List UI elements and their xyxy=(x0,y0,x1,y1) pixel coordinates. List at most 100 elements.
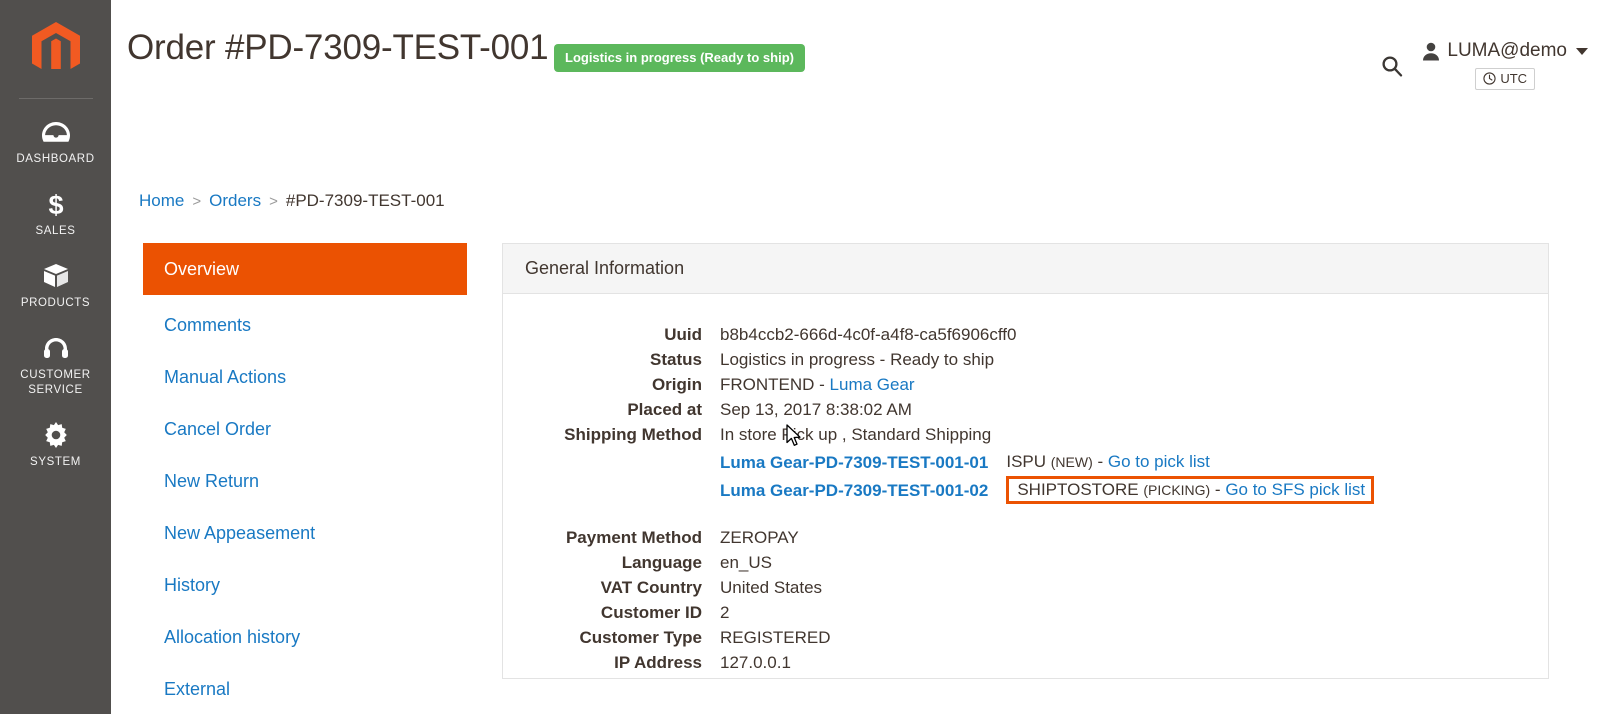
nav-item-overview[interactable]: Overview xyxy=(143,243,467,295)
shipment-link[interactable]: Luma Gear-PD-7309-TEST-001-01 xyxy=(720,450,988,475)
shipment-dash: - xyxy=(1092,452,1108,471)
shipment-row: Luma Gear-PD-7309-TEST-001-02 SHIPTOSTOR… xyxy=(503,476,1548,504)
sidebar-item-label: CUSTOMER SERVICE xyxy=(20,369,91,396)
page-title: Order #PD-7309-TEST-001 xyxy=(127,28,549,67)
magento-logo[interactable] xyxy=(31,22,80,78)
nav-item-new-appeasement[interactable]: New Appeasement xyxy=(143,507,467,559)
chevron-down-icon xyxy=(1576,47,1588,55)
field-placed-at: Placed at Sep 13, 2017 8:38:02 AM xyxy=(503,397,1548,422)
box-icon xyxy=(42,261,70,291)
field-uuid: Uuid b8b4ccb2-666d-4c0f-a4f8-ca5f6906cff… xyxy=(503,322,1548,347)
panel-body: Uuid b8b4ccb2-666d-4c0f-a4f8-ca5f6906cff… xyxy=(503,294,1548,675)
shipment-link[interactable]: Luma Gear-PD-7309-TEST-001-02 xyxy=(720,478,988,503)
user-avatar-icon xyxy=(1422,42,1440,61)
timezone-badge[interactable]: UTC xyxy=(1475,68,1536,90)
user-name: LUMA@demo xyxy=(1447,40,1567,61)
field-value: Sep 13, 2017 8:38:02 AM xyxy=(720,400,912,419)
sidebar-item-customer-service[interactable]: CUSTOMER SERVICE xyxy=(0,321,111,408)
field-customer-id: Customer ID 2 xyxy=(503,600,1548,625)
origin-store-link[interactable]: Luma Gear xyxy=(830,375,915,394)
user-menu-trigger[interactable]: LUMA@demo xyxy=(1422,40,1588,62)
shipment-meta-wrap: ISPU (NEW) - Go to pick list xyxy=(988,449,1278,475)
field-label: Origin xyxy=(651,375,702,394)
admin-sidebar: DASHBOARD $ SALES PRODUCTS CUSTOMER SERV… xyxy=(0,0,111,714)
shipment-meta-highlighted: SHIPTOSTORE (PICKING) - Go to SFS pick l… xyxy=(1006,476,1375,504)
sidebar-item-label: PRODUCTS xyxy=(20,297,91,309)
field-label: Language xyxy=(621,553,702,572)
breadcrumb-current: #PD-7309-TEST-001 xyxy=(285,191,445,210)
sidebar-divider xyxy=(18,98,93,99)
shipment-type: SHIPTOSTORE xyxy=(1017,480,1139,499)
clock-icon xyxy=(1483,72,1496,85)
shipment-row: Luma Gear-PD-7309-TEST-001-01 ISPU (NEW)… xyxy=(503,449,1548,475)
field-label: Customer Type xyxy=(579,628,703,647)
nav-item-comments[interactable]: Comments xyxy=(143,299,467,351)
field-label: Payment Method xyxy=(565,528,702,547)
field-ip-address: IP Address 127.0.0.1 xyxy=(503,650,1548,675)
dollar-sign-icon: $ xyxy=(46,189,66,219)
pick-list-link[interactable]: Go to pick list xyxy=(1108,452,1210,471)
nav-item-new-return[interactable]: New Return xyxy=(143,455,467,507)
field-value: REGISTERED xyxy=(720,628,831,647)
sidebar-item-system[interactable]: SYSTEM xyxy=(0,408,111,480)
nav-item-external[interactable]: External xyxy=(143,663,467,714)
status-badge: Logistics in progress (Ready to ship) xyxy=(554,44,805,72)
field-value: In store Pick up , Standard Shipping xyxy=(720,425,992,444)
shipment-state: (NEW) xyxy=(1050,454,1093,470)
shipment-meta-wrap: SHIPTOSTORE (PICKING) - Go to SFS pick l… xyxy=(988,476,1375,504)
breadcrumb-separator: > xyxy=(192,192,202,210)
field-origin: Origin FRONTEND - Luma Gear xyxy=(503,372,1548,397)
field-value: Logistics in progress - Ready to ship xyxy=(720,350,995,369)
field-payment-method: Payment Method ZEROPAY xyxy=(503,525,1548,550)
field-label: Customer ID xyxy=(600,603,702,622)
field-value: en_US xyxy=(720,553,772,572)
sidebar-item-products[interactable]: PRODUCTS xyxy=(0,249,111,321)
breadcrumb-orders[interactable]: Orders xyxy=(209,191,261,211)
nav-item-allocation-history[interactable]: Allocation history xyxy=(143,611,467,663)
field-value: 2 xyxy=(720,603,730,622)
field-label: Status xyxy=(650,350,702,369)
breadcrumb: Home > Orders > #PD-7309-TEST-001 xyxy=(139,191,445,211)
field-label: VAT Country xyxy=(600,578,702,597)
dashboard-gauge-icon xyxy=(41,117,71,147)
search-icon[interactable] xyxy=(1378,52,1406,80)
field-value: United States xyxy=(720,578,823,597)
nav-item-history[interactable]: History xyxy=(143,559,467,611)
page-header: Order #PD-7309-TEST-001 Logistics in pro… xyxy=(111,0,1598,152)
header-actions: LUMA@demo UTC xyxy=(1378,40,1588,90)
order-detail-page: DASHBOARD $ SALES PRODUCTS CUSTOMER SERV… xyxy=(0,0,1598,714)
field-status: Status Logistics in progress - Ready to … xyxy=(503,347,1548,372)
field-value: b8b4ccb2-666d-4c0f-a4f8-ca5f6906cff0 xyxy=(720,325,1017,344)
sidebar-item-dashboard[interactable]: DASHBOARD xyxy=(0,105,111,177)
shipment-state: (PICKING) xyxy=(1143,482,1211,498)
svg-text:$: $ xyxy=(48,190,63,218)
field-value: 127.0.0.1 xyxy=(720,653,791,672)
nav-item-manual-actions[interactable]: Manual Actions xyxy=(143,351,467,403)
order-nav: Overview Comments Manual Actions Cancel … xyxy=(143,243,467,714)
field-label: Shipping Method xyxy=(564,425,702,444)
sidebar-item-label: SYSTEM xyxy=(30,456,81,468)
field-customer-type: Customer Type REGISTERED xyxy=(503,625,1548,650)
headset-icon xyxy=(42,333,70,363)
general-information-panel: General Information Uuid b8b4ccb2-666d-4… xyxy=(502,243,1549,679)
timezone-label: UTC xyxy=(1500,71,1528,86)
field-language: Language en_US xyxy=(503,550,1548,575)
sidebar-item-label: SALES xyxy=(35,225,76,237)
breadcrumb-separator: > xyxy=(269,192,278,210)
gear-icon xyxy=(43,420,69,450)
field-value: FRONTEND - Luma Gear xyxy=(720,372,915,397)
field-label: Uuid xyxy=(664,325,702,344)
field-label: Placed at xyxy=(627,400,702,419)
panel-title: General Information xyxy=(503,244,1548,294)
field-value: ZEROPAY xyxy=(720,528,799,547)
breadcrumb-home[interactable]: Home xyxy=(139,191,184,211)
sfs-pick-list-link[interactable]: Go to SFS pick list xyxy=(1225,480,1365,499)
field-value-text: FRONTEND - xyxy=(720,375,830,394)
nav-item-cancel-order[interactable]: Cancel Order xyxy=(143,403,467,455)
shipment-meta: ISPU (NEW) - Go to pick list xyxy=(1006,452,1210,471)
shipment-type: ISPU xyxy=(1006,452,1047,471)
field-shipping-method: Shipping Method In store Pick up , Stand… xyxy=(503,422,1548,447)
shipment-dash: - xyxy=(1210,480,1226,499)
sidebar-item-sales[interactable]: $ SALES xyxy=(0,177,111,249)
